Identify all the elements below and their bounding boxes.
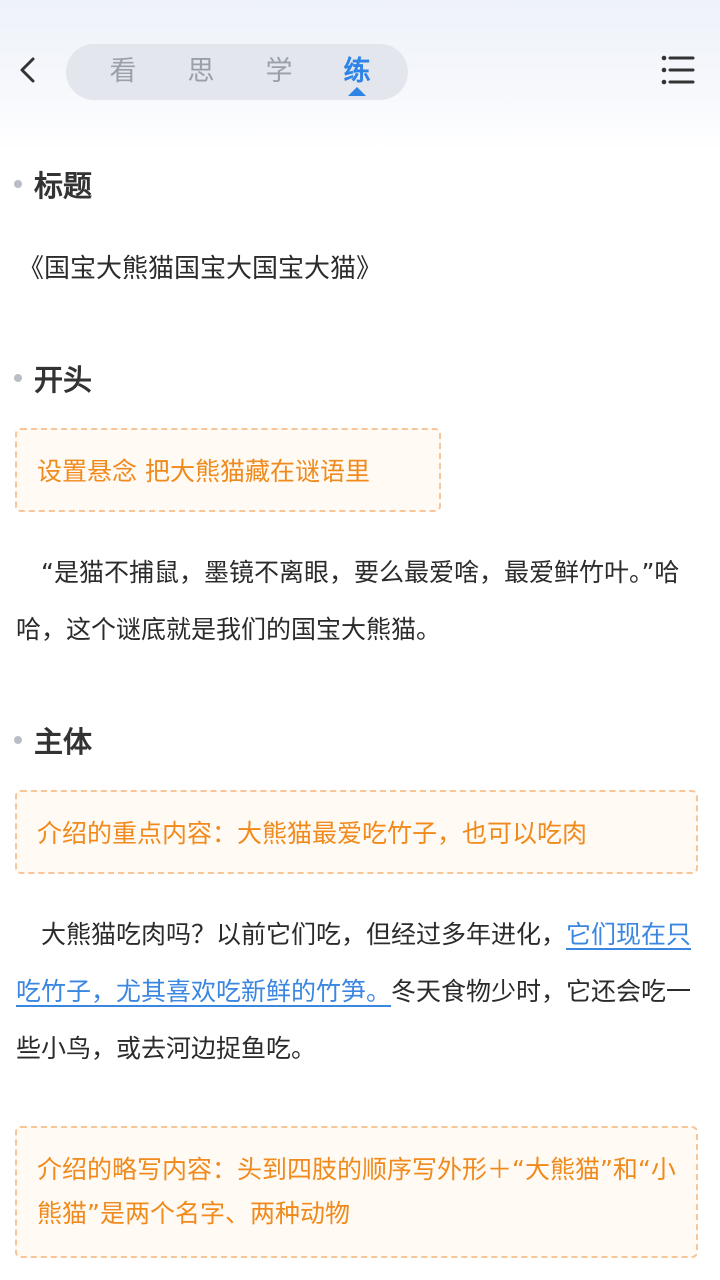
bullet-dot bbox=[14, 374, 22, 382]
essay-title: 《国宝大熊猫国宝大国宝大猫》 bbox=[18, 254, 383, 284]
body-tag-secondary: 介绍的略写内容：头到四肢的顺序写外形＋“大熊猫”和“小熊猫”是两个名字、两种动物 bbox=[15, 1126, 698, 1258]
section-heading-body: 主体 bbox=[14, 720, 92, 760]
section-heading-text: 主体 bbox=[34, 725, 93, 759]
tab-think[interactable]: 思 bbox=[162, 44, 240, 100]
section-heading-text: 开头 bbox=[34, 363, 93, 397]
tab-learn[interactable]: 学 bbox=[240, 44, 318, 100]
body-paragraph-text: 大熊猫吃肉吗？以前它们吃，但经过多年进化， bbox=[41, 920, 567, 949]
body-tag: 介绍的重点内容：大熊猫最爱吃竹子，也可以吃肉 bbox=[15, 790, 698, 874]
opening-paragraph: “是猫不捕鼠，墨镜不离眼，要么最爱啥，最爱鲜竹叶。”哈哈，这个谜底就是我们的国宝… bbox=[16, 558, 680, 644]
menu-button[interactable] bbox=[660, 52, 696, 88]
section-heading-text: 标题 bbox=[34, 169, 93, 203]
chevron-left-icon bbox=[20, 57, 35, 83]
section-heading-opening: 开头 bbox=[14, 358, 92, 398]
tab-look[interactable]: 看 bbox=[84, 44, 162, 100]
body-paragraph: 大熊猫吃肉吗？以前它们吃，但经过多年进化，它们现在只吃竹子，尤其喜欢吃新鲜的竹笋… bbox=[16, 906, 706, 1077]
list-menu-icon bbox=[661, 55, 695, 85]
tab-bar: 看 思 学 练 bbox=[66, 44, 408, 100]
opening-tag: 设置悬念 把大熊猫藏在谜语里 bbox=[15, 428, 441, 512]
bullet-dot bbox=[14, 180, 22, 188]
tab-practice[interactable]: 练 bbox=[318, 44, 396, 100]
bullet-dot bbox=[14, 736, 22, 744]
section-heading-title: 标题 bbox=[14, 164, 92, 204]
back-button[interactable] bbox=[10, 50, 44, 90]
